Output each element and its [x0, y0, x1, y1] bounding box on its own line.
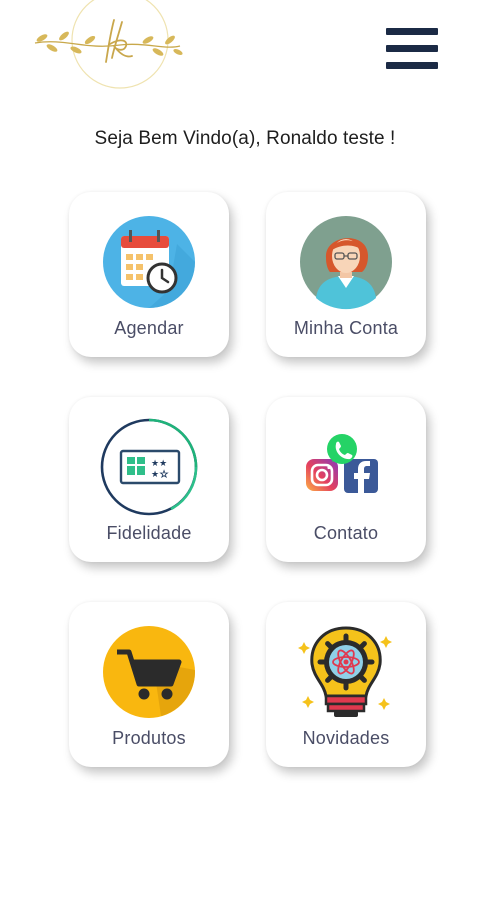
- tile-label: Fidelidade: [106, 523, 192, 543]
- svg-text:★: ★: [151, 470, 159, 480]
- tile-produtos[interactable]: Produtos: [69, 602, 229, 767]
- lightbulb-gear-icon: [298, 626, 392, 717]
- user-avatar-icon: [300, 216, 392, 310]
- social-media-icon: [306, 434, 378, 493]
- logo: [30, 0, 185, 95]
- tile-contato[interactable]: Contato: [266, 397, 426, 562]
- svg-text:★★: ★★: [151, 459, 167, 469]
- tile-novidades[interactable]: Novidades: [266, 602, 426, 767]
- tile-label: Produtos: [112, 728, 186, 748]
- shopping-cart-icon: [103, 626, 196, 718]
- menu-button[interactable]: [386, 28, 438, 72]
- welcome-message: Seja Bem Vindo(a), Ronaldo teste !: [94, 128, 396, 149]
- tile-label: Minha Conta: [293, 318, 399, 338]
- tile-agendar[interactable]: Agendar: [69, 192, 229, 357]
- svg-text:★: ★: [160, 470, 168, 480]
- tile-fidelidade[interactable]: ★★ ★ ★ Fidelidade: [69, 397, 229, 562]
- tile-label: Contato: [313, 523, 379, 543]
- tile-minha-conta[interactable]: Minha Conta: [266, 192, 426, 357]
- tile-label: Novidades: [302, 728, 390, 748]
- tile-label: Agendar: [114, 318, 184, 338]
- gold-leaf-k-monogram-icon: [34, 0, 183, 89]
- loyalty-card-icon: ★★ ★ ★: [100, 418, 198, 516]
- hamburger-icon: [386, 28, 438, 72]
- calendar-clock-icon: [103, 216, 195, 308]
